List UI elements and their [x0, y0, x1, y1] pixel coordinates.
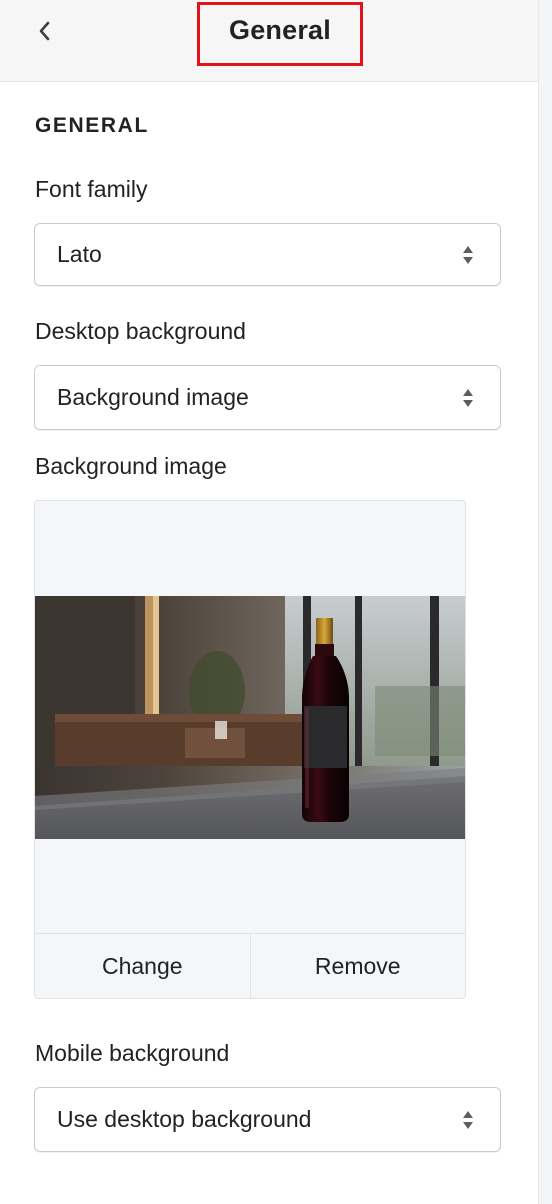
- mobile-background-value: Use desktop background: [57, 1106, 312, 1132]
- mobile-background-select[interactable]: Use desktop background: [34, 1087, 501, 1152]
- desktop-background-label: Desktop background: [35, 318, 246, 344]
- scrollbar-track[interactable]: [538, 0, 552, 1204]
- back-button[interactable]: [30, 16, 58, 46]
- select-arrows-icon: [463, 1110, 473, 1129]
- desktop-background-value: Background image: [57, 384, 249, 410]
- panel-header: General: [0, 0, 538, 82]
- wine-bottle-photo: [35, 596, 465, 839]
- remove-image-button[interactable]: Remove: [249, 934, 465, 998]
- background-image-label: Background image: [35, 453, 227, 479]
- chevron-left-icon: [39, 21, 50, 41]
- image-actions: Change Remove: [35, 933, 465, 998]
- change-image-button[interactable]: Change: [35, 934, 250, 998]
- font-family-label: Font family: [35, 176, 148, 202]
- title-highlight-box: General: [197, 2, 363, 66]
- background-image-picker: Change Remove: [34, 500, 466, 999]
- section-heading: GENERAL: [35, 114, 149, 137]
- mobile-background-label: Mobile background: [35, 1040, 230, 1066]
- font-family-value: Lato: [57, 241, 102, 267]
- desktop-background-select[interactable]: Background image: [34, 365, 501, 430]
- select-arrows-icon: [463, 388, 473, 407]
- theme-settings-panel: General GENERAL Font family Lato Desktop…: [0, 0, 552, 1204]
- select-arrows-icon: [463, 245, 473, 264]
- page-title: General: [229, 14, 331, 45]
- background-image-preview: [35, 596, 465, 839]
- font-family-select[interactable]: Lato: [34, 223, 501, 286]
